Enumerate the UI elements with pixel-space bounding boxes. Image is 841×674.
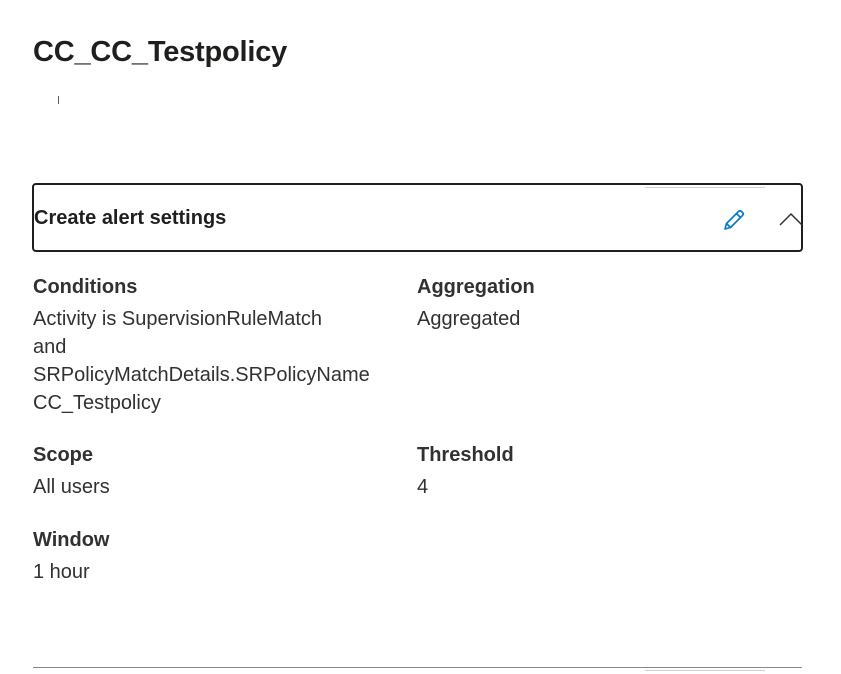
chevron-up-icon: [779, 212, 803, 226]
threshold-value: 4: [417, 476, 429, 498]
conditions-line-2: and: [33, 336, 67, 358]
scope-value: All users: [33, 476, 110, 498]
threshold-label: Threshold: [417, 444, 514, 466]
window-field: Window 1 hour: [33, 526, 393, 586]
text-cursor: [58, 96, 59, 104]
conditions-line-4: CC_Testpolicy: [33, 392, 161, 414]
pencil-icon: [724, 209, 745, 230]
aggregation-label: Aggregation: [417, 276, 535, 298]
aggregation-value: Aggregated: [417, 308, 521, 330]
window-value: 1 hour: [33, 561, 90, 583]
scope-field: Scope All users: [33, 441, 393, 501]
page-title: CC_CC_Testpolicy: [33, 36, 288, 68]
alert-policy-details-page: CC_CC_Testpolicy Create alert settings C…: [0, 0, 841, 674]
edit-button[interactable]: [718, 204, 750, 236]
conditions-line-3: SRPolicyMatchDetails.SRPolicyName: [33, 364, 370, 386]
window-label: Window: [33, 529, 110, 551]
header-top-accent: [645, 187, 765, 188]
section-divider: [33, 667, 802, 668]
aggregation-field: Aggregation Aggregated: [417, 273, 777, 333]
threshold-field: Threshold 4: [417, 441, 777, 501]
conditions-field: Conditions Activity is SupervisionRuleMa…: [33, 273, 393, 417]
conditions-line-1: Activity is SupervisionRuleMatch: [33, 308, 322, 330]
scope-label: Scope: [33, 444, 94, 466]
divider-accent: [645, 670, 765, 671]
section-title: Create alert settings: [34, 207, 227, 229]
conditions-value: Activity is SupervisionRuleMatch and SRP…: [33, 305, 393, 417]
create-alert-settings-header[interactable]: Create alert settings: [32, 183, 803, 252]
conditions-label: Conditions: [33, 276, 138, 298]
collapse-button[interactable]: [776, 204, 806, 234]
